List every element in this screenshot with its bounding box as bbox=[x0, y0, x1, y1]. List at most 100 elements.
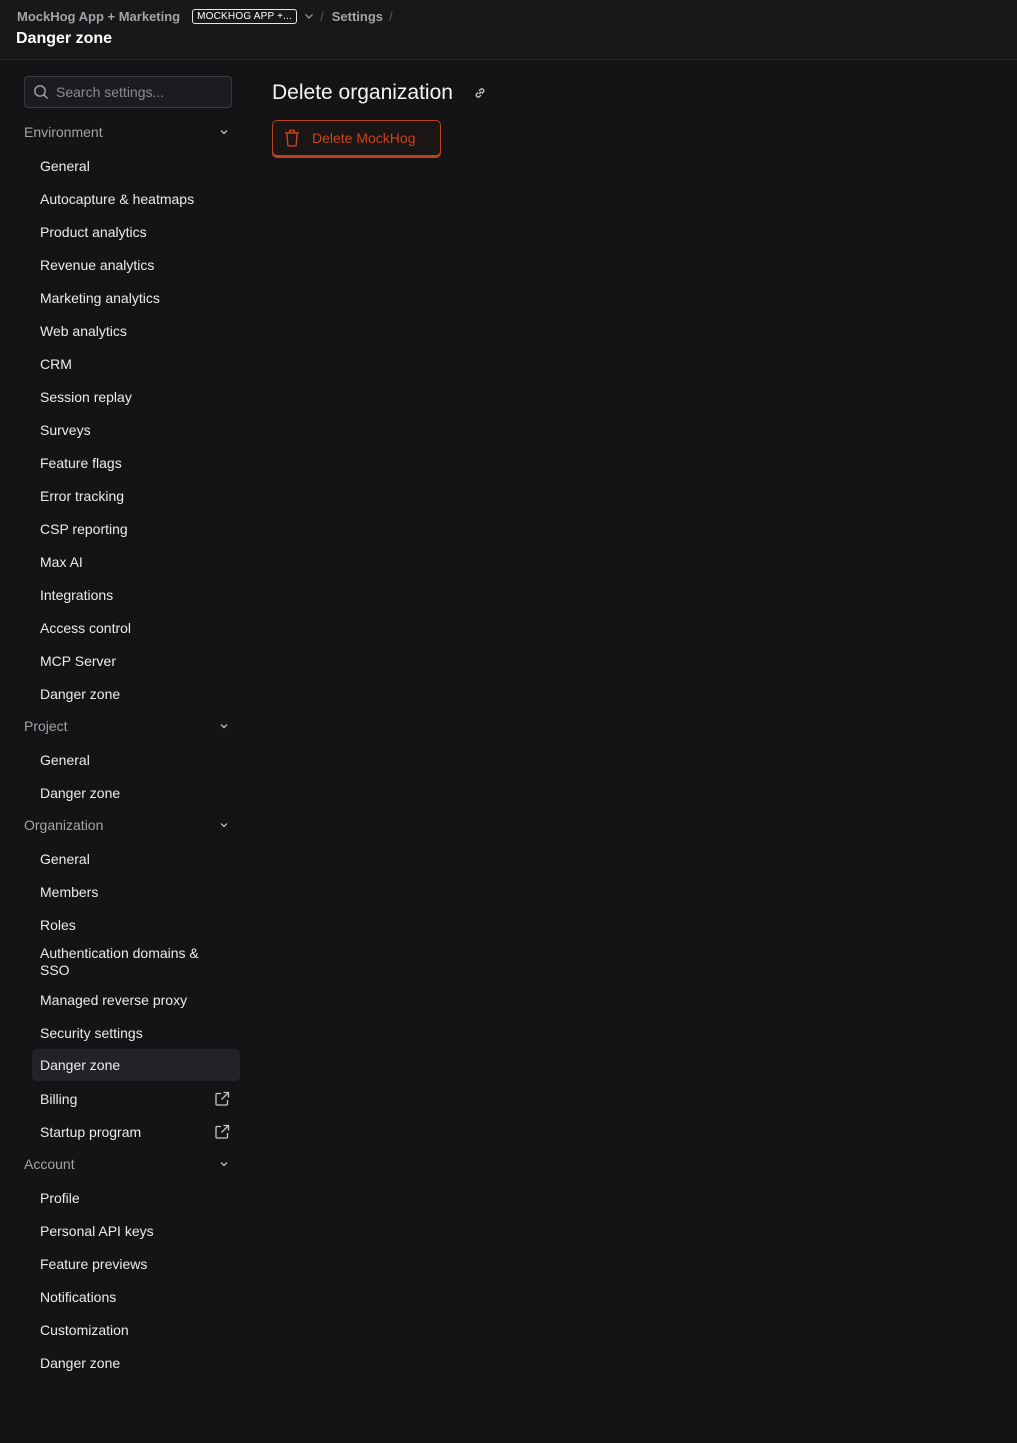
sidebar-item-authentication-domains[interactable]: Authentication domains & SSO bbox=[32, 941, 240, 983]
search-input[interactable] bbox=[56, 84, 216, 100]
delete-button-label: Delete MockHog bbox=[312, 130, 416, 146]
section-label: Environment bbox=[24, 124, 103, 140]
org-badge[interactable]: MOCKHOG APP +... bbox=[192, 8, 298, 24]
sidebar-item-web-analytics[interactable]: Web analytics bbox=[32, 315, 240, 347]
sidebar-item-label: General bbox=[40, 851, 90, 867]
sidebar-item-billing[interactable]: Billing bbox=[32, 1083, 240, 1115]
sidebar-item-label: Marketing analytics bbox=[40, 290, 160, 306]
sidebar-item-label: Startup program bbox=[40, 1124, 142, 1140]
breadcrumb: MockHog App + Marketing MOCKHOG APP +...… bbox=[17, 7, 401, 25]
sidebar-item-crm[interactable]: CRM bbox=[32, 348, 240, 380]
sidebar-item-label: MCP Server bbox=[40, 653, 116, 669]
external-link-icon bbox=[215, 1124, 230, 1139]
sidebar-item-environment-danger-zone[interactable]: Danger zone bbox=[32, 678, 240, 710]
sidebar-item-profile[interactable]: Profile bbox=[32, 1182, 240, 1214]
sidebar-item-label: Customization bbox=[40, 1322, 129, 1338]
sidebar-item-label: Integrations bbox=[40, 587, 114, 603]
sidebar-item-label: Billing bbox=[40, 1091, 78, 1107]
sidebar-item-csp-reporting[interactable]: CSP reporting bbox=[32, 513, 240, 545]
sidebar-item-label: Roles bbox=[40, 917, 76, 933]
breadcrumb-org[interactable]: MockHog App + Marketing bbox=[17, 9, 180, 24]
sidebar-item-environment-general[interactable]: General bbox=[32, 150, 240, 182]
sidebar-item-label: CSP reporting bbox=[40, 521, 128, 537]
page-title: Danger zone bbox=[16, 30, 113, 47]
settings-sidebar: Environment General Autocapture & heatma… bbox=[0, 60, 256, 1443]
breadcrumb-settings[interactable]: Settings bbox=[332, 9, 383, 24]
sidebar-item-roles[interactable]: Roles bbox=[32, 909, 240, 941]
sidebar-item-error-tracking[interactable]: Error tracking bbox=[32, 480, 240, 512]
chevron-down-icon bbox=[220, 130, 228, 135]
external-link-icon bbox=[215, 1091, 230, 1106]
sidebar-item-security-settings[interactable]: Security settings bbox=[32, 1017, 240, 1049]
sidebar-item-label: Authentication domains & SSO bbox=[40, 945, 199, 978]
breadcrumb-separator: / bbox=[389, 8, 393, 24]
section-title: Delete organization bbox=[272, 80, 487, 106]
sidebar-item-customization[interactable]: Customization bbox=[32, 1314, 240, 1346]
sidebar-item-personal-api-keys[interactable]: Personal API keys bbox=[32, 1215, 240, 1247]
sidebar-item-label: Feature previews bbox=[40, 1256, 148, 1272]
sidebar-item-label: Personal API keys bbox=[40, 1223, 154, 1239]
chevron-down-icon bbox=[220, 823, 228, 828]
sidebar-item-surveys[interactable]: Surveys bbox=[32, 414, 240, 446]
sidebar-item-label: Surveys bbox=[40, 422, 91, 438]
sidebar-item-label: Profile bbox=[40, 1190, 80, 1206]
sidebar-item-access-control[interactable]: Access control bbox=[32, 612, 240, 644]
sidebar-item-label: Danger zone bbox=[40, 1057, 121, 1073]
sidebar-item-max-ai[interactable]: Max AI bbox=[32, 546, 240, 578]
link-icon[interactable] bbox=[473, 86, 487, 100]
sidebar-item-integrations[interactable]: Integrations bbox=[32, 579, 240, 611]
sidebar-item-label: Access control bbox=[40, 620, 132, 636]
sidebar-item-project-danger-zone[interactable]: Danger zone bbox=[32, 777, 240, 809]
sidebar-item-label: Product analytics bbox=[40, 224, 147, 240]
chevron-down-icon bbox=[220, 724, 228, 729]
sidebar-item-label: General bbox=[40, 752, 90, 768]
sidebar-item-project-general[interactable]: General bbox=[32, 744, 240, 776]
sidebar-item-label: Max AI bbox=[40, 554, 83, 570]
sidebar-item-org-general[interactable]: General bbox=[32, 843, 240, 875]
sidebar-item-managed-reverse-proxy[interactable]: Managed reverse proxy bbox=[32, 984, 240, 1016]
sidebar-item-label: Feature flags bbox=[40, 455, 122, 471]
sidebar-item-label: General bbox=[40, 158, 90, 174]
sidebar-item-label: Autocapture & heatmaps bbox=[40, 191, 195, 207]
sidebar-item-startup-program[interactable]: Startup program bbox=[32, 1116, 240, 1148]
delete-organization-button[interactable]: Delete MockHog bbox=[272, 120, 441, 156]
top-bar: MockHog App + Marketing MOCKHOG APP +...… bbox=[0, 0, 1017, 60]
sidebar-item-revenue-analytics[interactable]: Revenue analytics bbox=[32, 249, 240, 281]
sidebar-item-label: Danger zone bbox=[40, 1355, 121, 1371]
sidebar-item-mcp-server[interactable]: MCP Server bbox=[32, 645, 240, 677]
sidebar-item-label: Error tracking bbox=[40, 488, 125, 504]
sidebar-item-label: Danger zone bbox=[40, 686, 121, 702]
sidebar-item-product-analytics[interactable]: Product analytics bbox=[32, 216, 240, 248]
sidebar-item-feature-flags[interactable]: Feature flags bbox=[32, 447, 240, 479]
sidebar-item-members[interactable]: Members bbox=[32, 876, 240, 908]
sidebar-item-autocapture[interactable]: Autocapture & heatmaps bbox=[32, 183, 240, 215]
sidebar-item-label: Members bbox=[40, 884, 99, 900]
section-label: Account bbox=[24, 1156, 75, 1172]
sidebar-item-marketing-analytics[interactable]: Marketing analytics bbox=[32, 282, 240, 314]
sidebar-item-label: CRM bbox=[40, 356, 72, 372]
sidebar-item-label: Session replay bbox=[40, 389, 132, 405]
sidebar-item-org-danger-zone[interactable]: Danger zone bbox=[32, 1049, 240, 1081]
chevron-down-icon bbox=[220, 1162, 228, 1167]
sidebar-item-label: Web analytics bbox=[40, 323, 127, 339]
sidebar-item-feature-previews[interactable]: Feature previews bbox=[32, 1248, 240, 1280]
sidebar-item-label: Security settings bbox=[40, 1025, 143, 1041]
breadcrumb-separator: / bbox=[320, 8, 324, 24]
sidebar-item-notifications[interactable]: Notifications bbox=[32, 1281, 240, 1313]
sidebar-item-label: Revenue analytics bbox=[40, 257, 155, 273]
chevron-down-icon[interactable] bbox=[304, 11, 314, 21]
section-label: Organization bbox=[24, 817, 104, 833]
search-icon bbox=[34, 85, 48, 99]
section-organization[interactable]: Organization bbox=[24, 811, 240, 839]
section-label: Project bbox=[24, 718, 68, 734]
section-project[interactable]: Project bbox=[24, 712, 240, 740]
trash-icon bbox=[285, 129, 299, 147]
sidebar-item-label: Danger zone bbox=[40, 785, 121, 801]
sidebar-item-account-danger-zone[interactable]: Danger zone bbox=[32, 1347, 240, 1379]
search-box[interactable] bbox=[24, 76, 232, 108]
section-title-text: Delete organization bbox=[272, 81, 453, 104]
sidebar-item-label: Managed reverse proxy bbox=[40, 992, 188, 1008]
sidebar-item-session-replay[interactable]: Session replay bbox=[32, 381, 240, 413]
section-environment[interactable]: Environment bbox=[24, 118, 240, 146]
section-account[interactable]: Account bbox=[24, 1150, 240, 1178]
